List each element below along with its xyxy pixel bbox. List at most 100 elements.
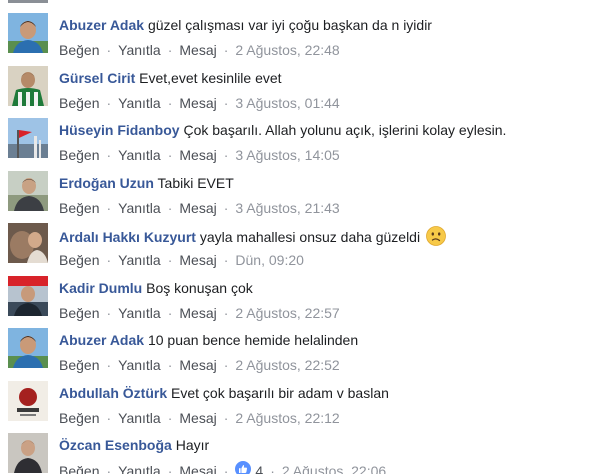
avatar[interactable] bbox=[8, 13, 48, 53]
avatar[interactable] bbox=[8, 223, 48, 263]
comment-author[interactable]: Erdoğan Uzun bbox=[59, 175, 154, 191]
like-link[interactable]: Beğen bbox=[59, 356, 99, 374]
separator-dot: · bbox=[223, 305, 229, 321]
avatar[interactable] bbox=[8, 328, 48, 368]
reply-link[interactable]: Yanıtla bbox=[118, 41, 161, 59]
comment-timestamp[interactable]: 2 Ağustos, 22:48 bbox=[235, 41, 339, 59]
comment-timestamp[interactable]: 2 Ağustos, 22:57 bbox=[235, 304, 339, 322]
avatar[interactable] bbox=[8, 381, 48, 421]
comment-author[interactable]: Abuzer Adak bbox=[59, 17, 144, 33]
separator-dot: · bbox=[106, 147, 112, 163]
message-link[interactable]: Mesaj bbox=[179, 409, 216, 427]
comment-timestamp[interactable]: Dün, 09:20 bbox=[235, 251, 304, 269]
comment-item: Abuzer Adak güzel çalışması var iyi çoğu… bbox=[0, 13, 608, 65]
comment-item: Ardalı Hakkı Kuzyurt yayla mahallesi ons… bbox=[0, 223, 608, 275]
reply-link[interactable]: Yanıtla bbox=[118, 251, 161, 269]
reply-link[interactable]: Yanıtla bbox=[118, 462, 161, 474]
separator-dot: · bbox=[223, 252, 229, 268]
reply-link[interactable]: Yanıtla bbox=[118, 409, 161, 427]
comment-text: 10 puan bence hemide helalinden bbox=[147, 332, 359, 348]
comment-text: Boş konuşan çok bbox=[146, 280, 253, 296]
comment-text: Evet çok başarılı bir adam v baslan bbox=[171, 385, 389, 401]
separator-dot: · bbox=[106, 95, 112, 111]
separator-dot: · bbox=[167, 42, 173, 58]
separator-dot: · bbox=[106, 42, 112, 58]
comment-item: Hüseyin Fidanboy Çok başarılı. Allah yol… bbox=[0, 118, 608, 170]
message-link[interactable]: Mesaj bbox=[179, 251, 216, 269]
message-link[interactable]: Mesaj bbox=[179, 462, 216, 474]
comment-item: Kadir Dumlu Boş konuşan çok Beğen · Yanı… bbox=[0, 276, 608, 328]
separator-dot: · bbox=[167, 147, 173, 163]
separator-dot: · bbox=[106, 252, 112, 268]
avatar[interactable] bbox=[8, 118, 48, 158]
comment-item: Erdoğan Uzun Tabiki EVET Beğen · Yanıtla… bbox=[0, 171, 608, 223]
comment-list: Abuzer Adak güzel çalışması var iyi çoğu… bbox=[0, 0, 608, 474]
separator-dot: · bbox=[167, 463, 173, 474]
comment-item: Abdullah Öztürk Evet çok başarılı bir ad… bbox=[0, 381, 608, 433]
comment-author[interactable]: Ardalı Hakkı Kuzyurt bbox=[59, 229, 196, 245]
separator-dot: · bbox=[223, 95, 229, 111]
message-link[interactable]: Mesaj bbox=[179, 199, 216, 217]
comment-text: Hayır bbox=[175, 437, 210, 453]
comment-author[interactable]: Özcan Esenboğa bbox=[59, 437, 172, 453]
reply-link[interactable]: Yanıtla bbox=[118, 94, 161, 112]
separator-dot: · bbox=[270, 463, 275, 474]
comment-timestamp[interactable]: 2 Ağustos, 22:52 bbox=[235, 356, 339, 374]
separator-dot: · bbox=[223, 42, 229, 58]
like-link[interactable]: Beğen bbox=[59, 199, 99, 217]
reply-link[interactable]: Yanıtla bbox=[118, 356, 161, 374]
comment-author[interactable]: Abuzer Adak bbox=[59, 332, 144, 348]
comment-text: yayla mahallesi onsuz daha güzeldi bbox=[199, 229, 421, 245]
like-link[interactable]: Beğen bbox=[59, 41, 99, 59]
separator-dot: · bbox=[106, 305, 112, 321]
reply-link[interactable]: Yanıtla bbox=[118, 304, 161, 322]
like-link[interactable]: Beğen bbox=[59, 462, 99, 474]
avatar[interactable] bbox=[8, 66, 48, 106]
previous-comment-edge bbox=[8, 0, 48, 3]
separator-dot: · bbox=[167, 200, 173, 216]
comment-timestamp[interactable]: 3 Ağustos, 21:43 bbox=[235, 199, 339, 217]
comment-author[interactable]: Hüseyin Fidanboy bbox=[59, 122, 180, 138]
like-link[interactable]: Beğen bbox=[59, 146, 99, 164]
confused-face-icon bbox=[426, 226, 446, 250]
reaction-count[interactable]: 4 bbox=[235, 461, 263, 474]
separator-dot: · bbox=[106, 463, 112, 474]
comment-author[interactable]: Abdullah Öztürk bbox=[59, 385, 167, 401]
separator-dot: · bbox=[223, 147, 229, 163]
separator-dot: · bbox=[167, 305, 173, 321]
comment-author[interactable]: Kadir Dumlu bbox=[59, 280, 142, 296]
comment-timestamp[interactable]: 3 Ağustos, 14:05 bbox=[235, 146, 339, 164]
separator-dot: · bbox=[223, 410, 229, 426]
comment-item: Abuzer Adak 10 puan bence hemide helalin… bbox=[0, 328, 608, 380]
like-link[interactable]: Beğen bbox=[59, 409, 99, 427]
avatar[interactable] bbox=[8, 171, 48, 211]
message-link[interactable]: Mesaj bbox=[179, 41, 216, 59]
separator-dot: · bbox=[223, 357, 229, 373]
like-link[interactable]: Beğen bbox=[59, 94, 99, 112]
separator-dot: · bbox=[106, 410, 112, 426]
comment-timestamp[interactable]: 2 Ağustos, 22:12 bbox=[235, 409, 339, 427]
like-link[interactable]: Beğen bbox=[59, 251, 99, 269]
separator-dot: · bbox=[106, 200, 112, 216]
reply-link[interactable]: Yanıtla bbox=[118, 199, 161, 217]
comment-text: Tabiki EVET bbox=[157, 175, 234, 191]
separator-dot: · bbox=[106, 357, 112, 373]
like-thumb-icon bbox=[235, 461, 252, 474]
message-link[interactable]: Mesaj bbox=[179, 146, 216, 164]
avatar[interactable] bbox=[8, 276, 48, 316]
message-link[interactable]: Mesaj bbox=[179, 304, 216, 322]
separator-dot: · bbox=[167, 410, 173, 426]
avatar[interactable] bbox=[8, 433, 48, 473]
comment-item: Özcan Esenboğa Hayır Beğen · Yanıtla · M… bbox=[0, 433, 608, 474]
comment-text: Çok başarılı. Allah yolunu açık, işlerin… bbox=[183, 122, 507, 138]
message-link[interactable]: Mesaj bbox=[179, 356, 216, 374]
comment-author[interactable]: Gürsel Cirit bbox=[59, 70, 135, 86]
reaction-count-value: 4 bbox=[255, 463, 264, 474]
comment-timestamp[interactable]: 2 Ağustos, 22:06 bbox=[282, 462, 386, 474]
message-link[interactable]: Mesaj bbox=[179, 94, 216, 112]
comment-text: Evet,evet kesinlile evet bbox=[139, 70, 282, 86]
comment-timestamp[interactable]: 3 Ağustos, 01:44 bbox=[235, 94, 339, 112]
like-link[interactable]: Beğen bbox=[59, 304, 99, 322]
separator-dot: · bbox=[223, 200, 229, 216]
reply-link[interactable]: Yanıtla bbox=[118, 146, 161, 164]
